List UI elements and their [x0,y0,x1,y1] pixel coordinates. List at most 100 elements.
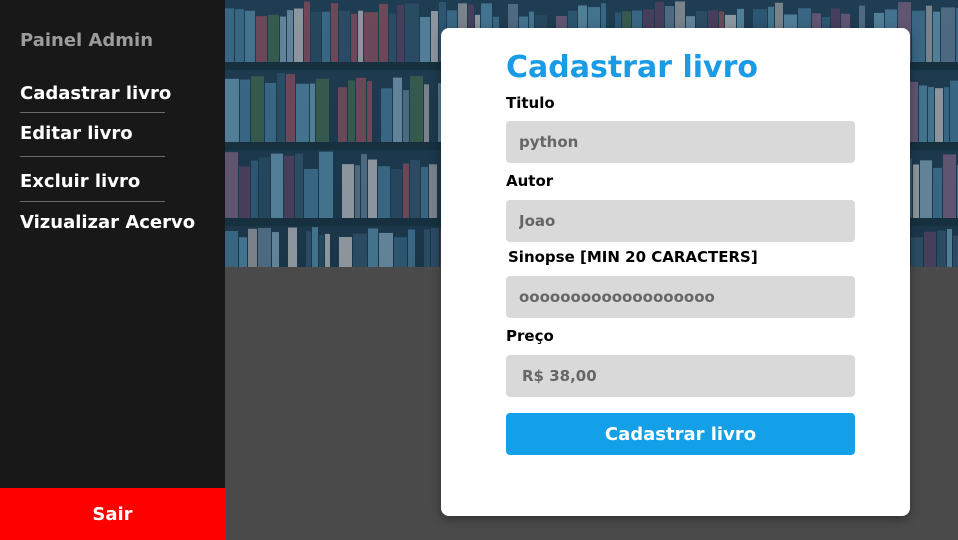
sidebar: Painel Admin Cadastrar livro Editar livr… [0,0,225,540]
book-spine [356,77,366,142]
book-spine [368,159,377,218]
book-spine [272,232,279,267]
book-spine [240,79,250,142]
autor-input[interactable] [506,200,855,242]
book-spine [294,8,303,62]
book-spine [319,151,333,218]
book-spine [924,231,936,267]
book-spine [424,229,430,267]
book-spine [311,12,321,62]
book-spine [355,165,360,218]
book-spine [403,90,409,142]
book-spine [389,13,396,62]
book-spine [225,231,238,267]
book-spine [431,228,439,267]
book-spine [378,166,390,218]
book-spine [310,83,315,142]
book-spine [284,155,294,218]
book-spine [394,237,407,267]
book-spine [431,11,438,62]
book-spine [391,168,402,218]
book-spine [312,227,318,267]
book-spine [248,228,257,267]
sidebar-title: Painel Admin [20,30,154,51]
nav-divider [20,201,165,202]
book-spine [225,8,234,62]
sidebar-item-cadastrar-livro[interactable]: Cadastrar livro [20,83,171,104]
book-spine [368,228,378,267]
book-spine [268,14,279,63]
book-spine [331,3,338,62]
book-spine [286,73,295,142]
autor-label: Autor [506,172,554,190]
book-spine [256,16,267,62]
sinopse-label: Sinopse [MIN 20 CARACTERS] [508,248,758,266]
book-spine [361,154,367,218]
book-spine [379,232,393,267]
book-spine [911,237,923,267]
book-spine [251,76,264,142]
titulo-input[interactable] [506,121,855,163]
book-spine [325,233,330,267]
book-spine [393,77,402,142]
book-spine [913,164,919,218]
book-spine [288,227,297,267]
book-spine [421,166,428,218]
book-spine [239,237,247,267]
book-spine [351,13,357,62]
book-spine [271,153,283,218]
book-spine [277,72,285,142]
book-spine [225,78,239,142]
form-title: Cadastrar livro [506,50,758,85]
titulo-label: Titulo [506,94,555,112]
book-spine [304,1,310,62]
book-spine [287,10,293,62]
sidebar-item-excluir-livro[interactable]: Excluir livro [20,171,140,192]
book-spine [941,7,955,62]
book-spine [944,87,949,142]
book-spine [410,159,420,218]
book-spine [280,16,286,62]
sinopse-input[interactable] [506,276,855,318]
book-spine [322,11,330,62]
book-spine [265,82,276,142]
book-spine [408,229,415,267]
book-spine [348,80,355,142]
book-spine [295,153,303,218]
book-spine [909,81,918,142]
sidebar-item-editar-livro[interactable]: Editar livro [20,123,133,144]
nav-divider [20,112,165,113]
submit-cadastrar-button[interactable]: Cadastrar livro [506,413,855,455]
book-spine [403,163,409,218]
preco-input[interactable] [506,355,855,397]
book-spine [379,3,388,62]
book-spine [405,3,419,62]
book-spine [339,10,350,62]
book-spine [943,154,956,218]
book-spine [947,228,952,267]
book-spine [928,87,934,142]
book-spine [420,16,430,62]
preco-label: Preço [506,327,554,345]
book-spine [424,84,429,142]
book-spine [933,11,940,63]
book-spine [319,235,324,267]
book-spine [935,88,943,142]
book-spine [919,85,927,142]
book-spine [239,166,250,218]
book-spine [912,10,925,63]
register-book-card: Cadastrar livro Titulo Autor Sinopse [MI… [441,28,910,516]
book-spine [245,10,255,62]
book-spine [358,10,363,62]
book-spine [342,164,354,218]
book-spine [304,168,318,218]
book-spine [933,167,942,218]
logout-button[interactable]: Sair [0,488,225,540]
book-spine [397,5,404,62]
book-spine [367,81,372,142]
book-spine [381,88,392,142]
book-spine [296,83,309,142]
sidebar-item-vizualizar-acervo[interactable]: Vizualizar Acervo [20,212,195,233]
nav-divider [20,156,165,157]
book-spine [353,233,367,267]
